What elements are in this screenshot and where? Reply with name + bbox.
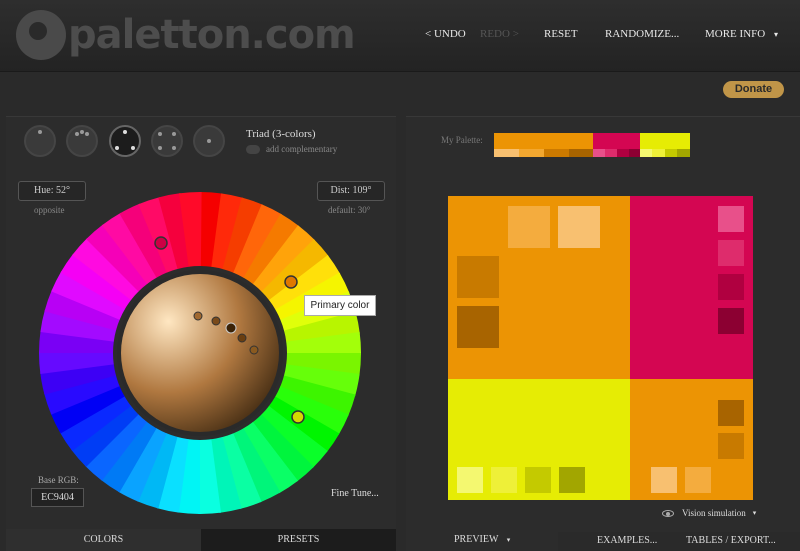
tab-examples[interactable]: EXAMPLES...	[597, 535, 657, 546]
preview-swatch[interactable]	[718, 240, 744, 266]
palette-shade[interactable]	[640, 149, 652, 157]
preview-swatch[interactable]	[457, 467, 483, 493]
donate-button[interactable]: Donate	[723, 81, 784, 98]
tab-presets[interactable]: PRESETS	[201, 529, 396, 551]
preview-swatch[interactable]	[718, 274, 744, 300]
base-rgb-input[interactable]: EC9404	[31, 488, 84, 507]
palette-shade[interactable]	[593, 149, 605, 157]
eye-icon	[662, 509, 674, 517]
chevron-down-icon: ▾	[506, 536, 511, 544]
undo-button[interactable]: < UNDO	[425, 28, 466, 40]
redo-button[interactable]: REDO >	[480, 28, 519, 40]
fine-tune-button[interactable]: Fine Tune...	[331, 488, 379, 499]
preview-swatch[interactable]	[718, 206, 744, 232]
vision-simulation-menu[interactable]: Vision simulation ▾	[662, 508, 756, 518]
tertiary-hue-handle	[154, 236, 168, 250]
randomize-button[interactable]: RANDOMIZE...	[605, 28, 679, 40]
reset-button[interactable]: RESET	[544, 28, 578, 40]
palette-shade[interactable]	[569, 149, 593, 157]
palette-shade[interactable]	[544, 149, 569, 157]
palette-preview[interactable]	[448, 196, 753, 500]
free-style-scheme-icon[interactable]	[193, 125, 225, 157]
header-bar: paletton.com < UNDO REDO > RESET RANDOMI…	[0, 0, 800, 72]
shade-handle	[193, 311, 203, 321]
preview-swatch[interactable]	[491, 467, 517, 493]
preview-swatch[interactable]	[685, 467, 711, 493]
logo-icon	[16, 10, 66, 60]
logo-text: paletton.com	[68, 12, 356, 58]
vision-simulation-label: Vision simulation	[682, 508, 746, 518]
add-complementary-label: add complementary	[266, 144, 338, 154]
preview-swatch[interactable]	[718, 433, 744, 459]
tetrad-scheme-icon[interactable]	[151, 125, 183, 157]
palette-shade[interactable]	[519, 149, 544, 157]
palette-shade[interactable]	[617, 149, 629, 157]
tab-tables-export[interactable]: TABLES / EXPORT...	[686, 535, 776, 546]
add-complementary-toggle[interactable]: add complementary	[246, 144, 337, 154]
my-palette-label: My Palette:	[441, 135, 483, 145]
triad-scheme-icon[interactable]	[109, 125, 141, 157]
base-rgb-label: Base RGB:	[38, 475, 79, 485]
palette-shade[interactable]	[665, 149, 677, 157]
toggle-switch[interactable]	[246, 144, 260, 154]
preview-swatch[interactable]	[718, 308, 744, 334]
shade-handle	[225, 322, 237, 334]
preview-swatch[interactable]	[558, 206, 600, 248]
shade-handle	[237, 333, 247, 343]
mono-scheme-icon[interactable]	[24, 125, 56, 157]
palette-primary-swatch[interactable]	[494, 133, 593, 149]
palette-tertiary-swatch[interactable]	[640, 133, 690, 149]
palette-shade[interactable]	[605, 149, 617, 157]
preview-swatch[interactable]	[559, 467, 585, 493]
logo[interactable]: paletton.com	[16, 10, 356, 60]
preview-swatch[interactable]	[651, 467, 677, 493]
color-wheel[interactable]	[39, 192, 361, 514]
tab-preview[interactable]: PREVIEW ▾	[406, 529, 558, 551]
adjacent-scheme-icon[interactable]	[66, 125, 98, 157]
preview-swatch[interactable]	[525, 467, 551, 493]
chevron-down-icon: ▾	[773, 30, 778, 39]
preview-swatch[interactable]	[457, 306, 499, 348]
preview-swatch[interactable]	[457, 256, 499, 298]
primary-color-tooltip: Primary color	[304, 295, 376, 316]
shade-handle	[211, 316, 221, 326]
chevron-down-icon: ▾	[752, 509, 757, 517]
tab-colors[interactable]: COLORS	[6, 529, 201, 551]
palette-shade[interactable]	[629, 149, 640, 157]
more-info-menu[interactable]: MORE INFO ▾	[705, 28, 778, 40]
preview-swatch[interactable]	[508, 206, 550, 248]
palette-secondary-swatch[interactable]	[593, 133, 640, 149]
secondary-hue-handle	[291, 410, 305, 424]
preview-swatch[interactable]	[718, 400, 744, 426]
shade-handle	[249, 345, 259, 355]
scheme-name: Triad (3-colors)	[246, 128, 316, 140]
primary-hue-handle	[284, 275, 298, 289]
tab-preview-label: PREVIEW	[454, 534, 499, 545]
more-info-label: MORE INFO	[705, 28, 766, 40]
palette-shade[interactable]	[652, 149, 665, 157]
palette-shade[interactable]	[494, 149, 519, 157]
palette-shade[interactable]	[677, 149, 690, 157]
